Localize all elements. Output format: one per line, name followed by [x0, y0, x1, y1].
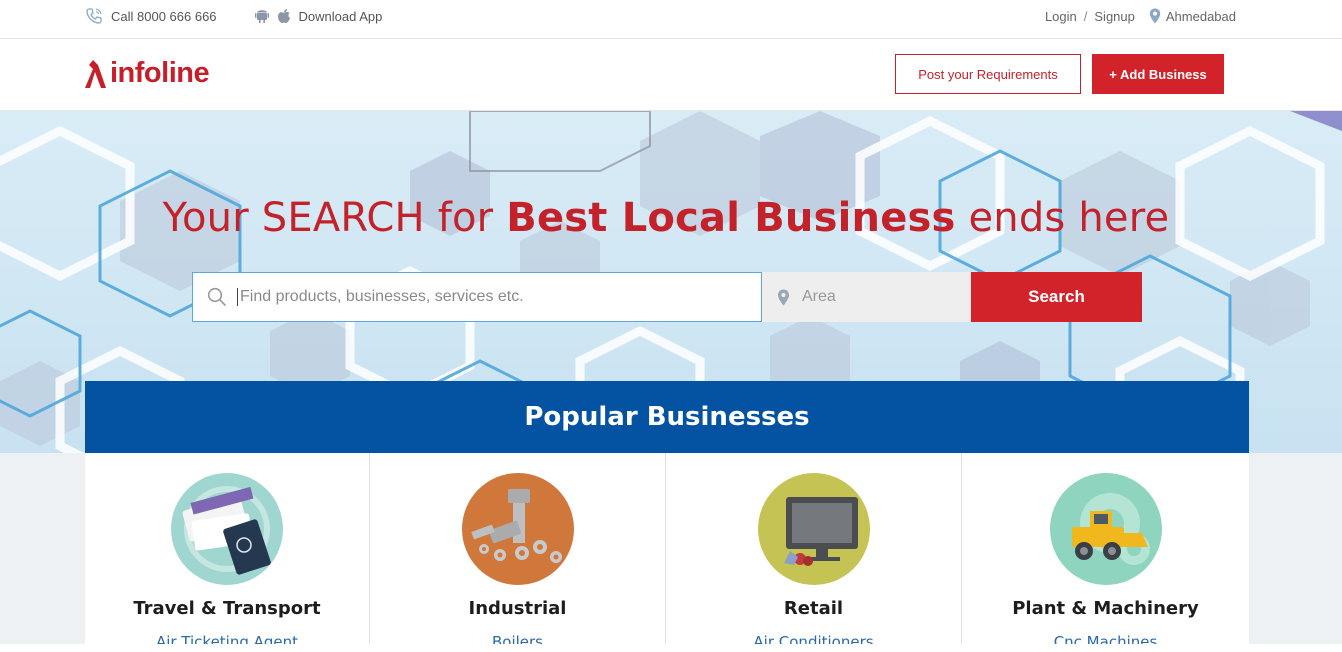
category-title: Travel & Transport — [133, 598, 321, 619]
industrial-icon — [461, 473, 574, 585]
city-label: Ahmedabad — [1165, 8, 1236, 24]
hero-headline: Your SEARCH for Best Local Business ends… — [0, 195, 1332, 241]
category-card-travel[interactable]: Travel & Transport Air Ticketing Agent — [85, 453, 370, 651]
search-input[interactable]: Find products, businesses, services etc. — [192, 272, 762, 322]
phone-icon — [86, 8, 102, 24]
top-bar-left: Call 8000 666 666 Download App — [85, 0, 420, 32]
category-card-retail[interactable]: Retail Air Conditioners — [666, 453, 962, 651]
top-bar-right: Login / Signup Ahmedabad — [1045, 0, 1236, 32]
download-app-link[interactable]: Download App — [254, 8, 383, 24]
popular-businesses-title: Popular Businesses — [85, 381, 1249, 453]
category-cards: Travel & Transport Air Ticketing Agent I… — [85, 453, 1249, 651]
headline-bold: Best Local Business — [506, 195, 956, 241]
category-title: Plant & Machinery — [1012, 598, 1199, 619]
category-title: Industrial — [468, 598, 567, 619]
search-button[interactable]: Search — [971, 272, 1142, 322]
call-label: Call 8000 666 666 — [111, 8, 217, 24]
logo[interactable]: infoline — [84, 57, 210, 90]
signup-link[interactable]: Signup — [1094, 9, 1134, 24]
login-separator: / — [1083, 8, 1088, 24]
machinery-icon — [1049, 473, 1162, 585]
hero-banner: Your SEARCH for Best Local Business ends… — [0, 111, 1342, 453]
logo-mark-icon — [85, 59, 106, 88]
area-input[interactable]: Area — [762, 272, 971, 322]
main-header: infoline Post your Requirements + Add Bu… — [0, 39, 1342, 111]
area-placeholder: Area — [802, 288, 836, 305]
search-placeholder: Find products, businesses, services etc. — [237, 288, 524, 306]
category-card-machinery[interactable]: Plant & Machinery Cnc Machines — [962, 453, 1249, 651]
android-icon — [254, 10, 269, 23]
bottom-strip — [0, 644, 1342, 652]
login-link[interactable]: Login — [1045, 9, 1077, 24]
top-bar: Call 8000 666 666 Download App Login / S… — [0, 0, 1342, 39]
location-pin-icon — [777, 289, 790, 305]
download-app-label: Download App — [298, 8, 383, 24]
category-title: Retail — [783, 598, 844, 619]
add-business-button[interactable]: + Add Business — [1092, 54, 1224, 94]
logo-text: infoline — [110, 57, 210, 89]
city-selector[interactable]: Ahmedabad — [1149, 8, 1236, 24]
post-requirements-button[interactable]: Post your Requirements — [895, 54, 1081, 94]
apple-icon — [277, 9, 290, 23]
category-card-industrial[interactable]: Industrial Boilers — [370, 453, 666, 651]
search-icon — [207, 287, 227, 307]
location-pin-icon — [1149, 8, 1161, 24]
travel-icon — [171, 473, 283, 585]
headline-part2: ends here — [955, 195, 1170, 241]
retail-icon — [757, 473, 870, 585]
headline-part1: Your SEARCH for — [162, 195, 507, 241]
call-link[interactable]: Call 8000 666 666 — [85, 7, 217, 25]
